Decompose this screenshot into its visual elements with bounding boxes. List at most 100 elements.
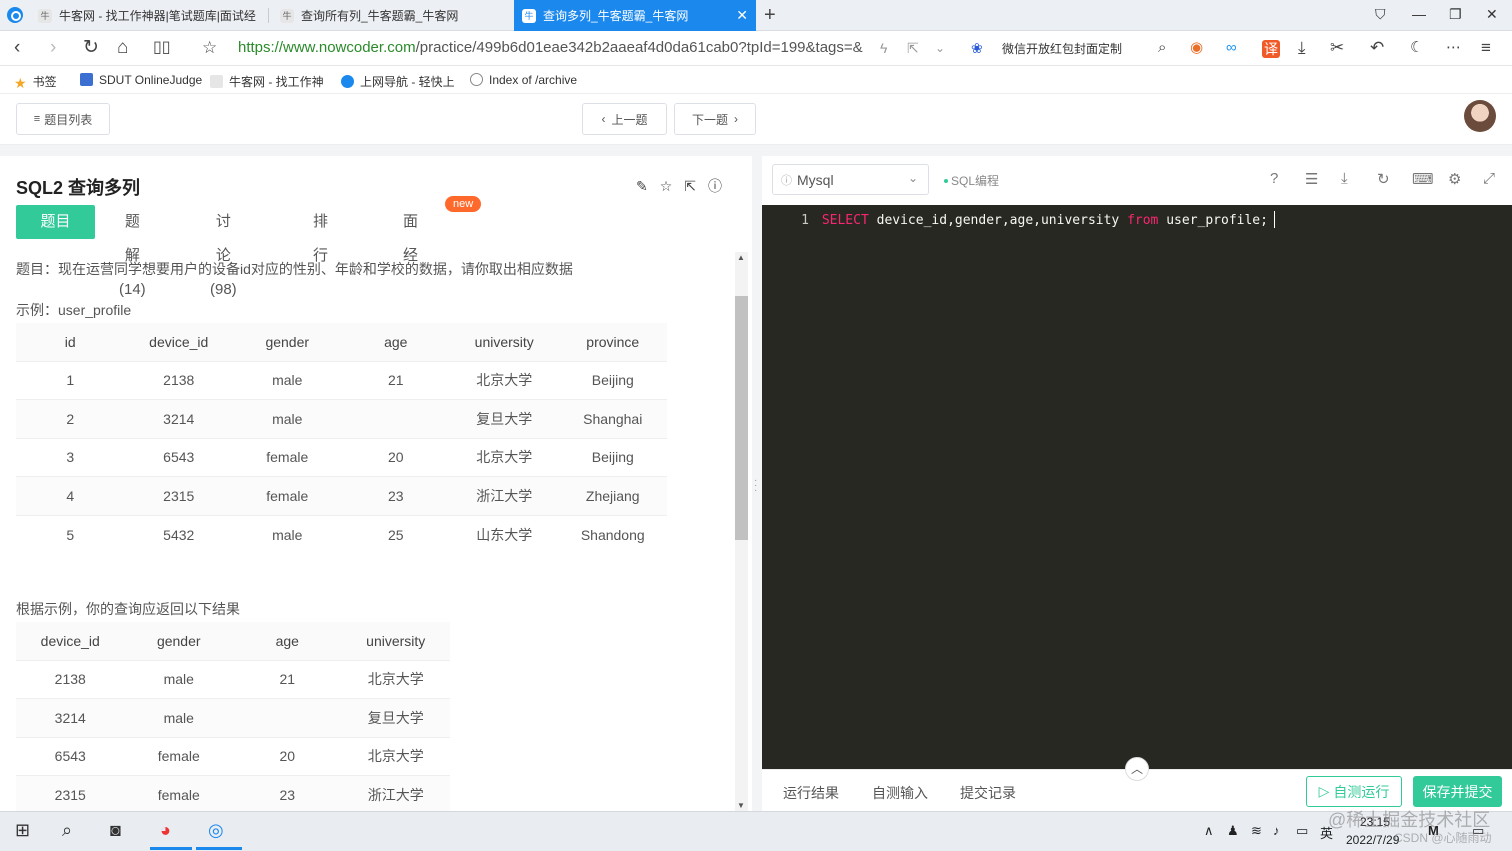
collapse-up-icon[interactable]: ︿ — [1125, 757, 1149, 781]
tab-label: 查询多列_牛客题霸_牛客网 — [543, 9, 689, 23]
star-icon[interactable]: ☆ — [660, 178, 673, 194]
reload-icon[interactable]: ↻ — [83, 36, 99, 60]
table-cell: male — [124, 698, 233, 737]
home-icon[interactable]: ⌂ — [117, 36, 128, 60]
wifi-icon[interactable]: ≋ — [1251, 823, 1262, 839]
table-header-row: id device_id gender age university province — [16, 323, 667, 361]
share-icon[interactable]: ⇱ — [907, 36, 919, 60]
scroll-up-icon[interactable]: ▲ — [737, 253, 745, 262]
problem-list-button[interactable]: ≡ 题目列表 — [16, 103, 110, 135]
table-cell: 21 — [341, 360, 450, 400]
browser-tab-query-all-columns[interactable]: 牛 查询所有列_牛客题霸_牛客网 — [272, 0, 512, 31]
table-cell: male — [233, 399, 342, 438]
tab-interview[interactable]: 面经 — [403, 205, 418, 264]
windows-taskbar — [0, 811, 1512, 851]
info-icon[interactable]: ⓘ — [708, 178, 722, 194]
close-tab-icon[interactable]: ✕ — [736, 7, 748, 24]
chrome-icon[interactable]: ◕ — [160, 820, 171, 841]
language-select[interactable]: ⓘ Mysql ⌄ — [772, 164, 929, 195]
bookmark-item[interactable]: ★ 书签 — [14, 73, 57, 91]
bookmark-item[interactable]: SDUT OnlineJudge — [80, 73, 202, 87]
list-icon[interactable]: ☰ — [1305, 170, 1318, 188]
save-submit-button[interactable]: 保存并提交 — [1413, 776, 1502, 807]
tab-problem[interactable]: 题目 — [16, 205, 95, 239]
download-icon[interactable]: ⤓ — [1341, 170, 1348, 187]
window-close-icon[interactable]: ✕ — [1486, 6, 1498, 23]
volume-icon[interactable]: ♪ — [1273, 823, 1280, 838]
browser-logo-icon[interactable] — [7, 7, 23, 23]
browser-tab-query-multi-columns[interactable]: 牛 查询多列_牛客题霸_牛客网 ✕ — [514, 0, 756, 31]
problem-list-label: 题目列表 — [44, 112, 93, 127]
reading-mode-icon[interactable]: ▯▯ — [153, 36, 171, 60]
forward-icon[interactable]: › — [50, 36, 56, 60]
next-problem-button[interactable]: 下一题 › — [674, 103, 756, 135]
new-tab-icon[interactable]: + — [764, 4, 776, 27]
qq-icon[interactable]: ♟ — [1227, 823, 1239, 839]
avatar[interactable] — [1464, 100, 1496, 132]
address-bar[interactable]: https://www.nowcoder.com/practice/499b6d… — [238, 39, 863, 56]
chevron-right-icon: › — [734, 112, 738, 126]
search-icon[interactable]: ⌕ — [62, 820, 72, 841]
tab-ranking[interactable]: 排行 — [313, 205, 328, 264]
keyboard-icon[interactable]: ⌨ — [1412, 170, 1434, 188]
favorite-star-icon[interactable]: ☆ — [202, 36, 217, 60]
nowcoder-favicon-icon — [210, 75, 223, 88]
more-icon[interactable]: ⋯ — [1446, 36, 1461, 60]
chevron-down-icon[interactable]: ⌄ — [935, 36, 945, 60]
edit-icon[interactable]: ✎ — [636, 178, 648, 194]
minimize-icon[interactable]: — — [1412, 6, 1426, 22]
camera-app-icon[interactable]: ◙ — [110, 820, 121, 841]
tab-solutions[interactable]: 题解(14) — [119, 205, 146, 298]
help-icon[interactable]: ? — [1270, 170, 1278, 187]
tab-discussion[interactable]: 讨论(98) — [210, 205, 237, 298]
download-icon[interactable]: ⤓ — [1298, 36, 1306, 60]
code-editor[interactable]: 1 SELECT device_id,gender,age,university… — [762, 205, 1512, 769]
tab-submission-history[interactable]: 提交记录 — [960, 783, 1016, 803]
table-cell — [341, 399, 450, 438]
battery-icon[interactable]: ▭ — [1296, 823, 1308, 839]
restore-icon[interactable]: ❐ — [1449, 6, 1462, 23]
table-cell: 4 — [16, 476, 125, 515]
table-cell: female — [233, 476, 342, 515]
search-icon[interactable]: ⌕ — [1158, 36, 1166, 60]
night-mode-icon[interactable]: ☾ — [1410, 36, 1423, 60]
browser-app-icon[interactable]: ◎ — [208, 820, 224, 841]
bookmark-item[interactable]: 牛客网 - 找工作神 — [210, 73, 324, 90]
reset-icon[interactable]: ↻ — [1377, 170, 1390, 188]
back-icon[interactable]: ‹ — [14, 36, 20, 60]
clock-date[interactable]: 2022/7/29 — [1346, 833, 1399, 847]
extension-promo-text[interactable]: 微信开放红包封面定制 — [1002, 40, 1122, 57]
shirt-skin-icon[interactable]: ⛉ — [1375, 6, 1386, 23]
lightning-icon[interactable]: ϟ — [880, 36, 887, 60]
prev-problem-button[interactable]: ‹ 上一题 — [582, 103, 667, 135]
run-test-button[interactable]: ▷ 自测运行 — [1306, 776, 1402, 807]
fullscreen-icon[interactable]: ⤢ — [1483, 170, 1495, 187]
tab-custom-input[interactable]: 自测输入 — [872, 783, 928, 803]
windows-start-icon[interactable]: ⊞ — [15, 820, 30, 841]
chevron-left-icon: ‹ — [601, 112, 606, 126]
menu-icon[interactable]: ≡ — [1481, 36, 1491, 60]
drag-handle-icon[interactable]: · · · — [754, 476, 757, 496]
external-link-icon[interactable]: ⇱ — [684, 178, 696, 194]
translate-icon[interactable]: 译 — [1262, 40, 1280, 58]
nowcoder-favicon-icon: 牛 — [280, 8, 294, 23]
chevron-up-icon[interactable]: ∧ — [1204, 823, 1214, 839]
bookmark-item[interactable]: 上网导航 - 轻快上 — [341, 73, 455, 90]
browser-tab-nowcoder-home[interactable]: 牛 牛客网 - 找工作神器|笔试题库|面试经 — [30, 0, 266, 31]
undo-icon[interactable]: ↶ — [1370, 36, 1384, 60]
tab-label: 牛客网 - 找工作神器|笔试题库|面试经 — [59, 9, 256, 23]
settings-gear-icon[interactable]: ⚙ — [1448, 170, 1461, 188]
code-text: device_id,gender,age,university — [868, 213, 1128, 228]
game-controller-icon[interactable]: ◉ — [1190, 36, 1203, 60]
scrollbar-thumb[interactable] — [735, 296, 748, 540]
code-line[interactable]: 1 SELECT device_id,gender,age,university… — [762, 211, 1512, 228]
bookmark-item[interactable]: Index of /archive — [470, 73, 577, 87]
scissors-icon[interactable]: ✂ — [1330, 36, 1344, 60]
infinity-extension-icon[interactable]: ∞ — [1226, 36, 1237, 60]
tab-run-result[interactable]: 运行结果 — [783, 783, 839, 803]
scroll-down-icon[interactable]: ▼ — [737, 801, 745, 810]
prev-label: 上一题 — [611, 112, 648, 127]
baidu-paw-icon[interactable]: ❀ — [971, 36, 983, 60]
table-cell: 3214 — [16, 698, 125, 737]
table-cell: female — [233, 437, 342, 477]
